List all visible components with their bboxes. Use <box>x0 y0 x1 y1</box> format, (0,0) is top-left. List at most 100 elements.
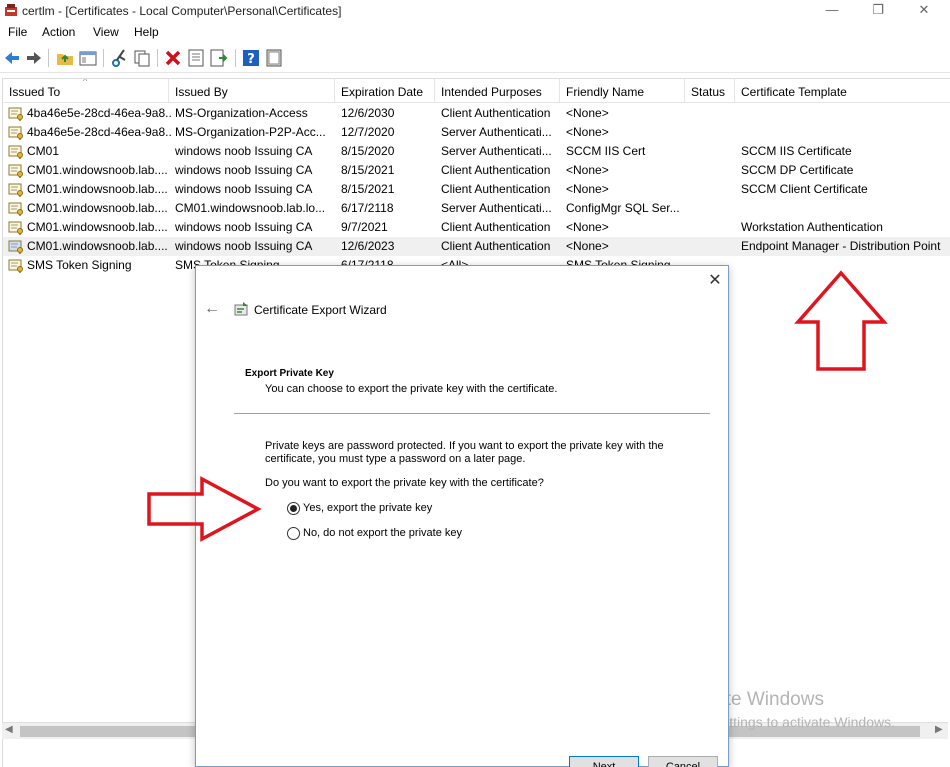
table-row[interactable]: CM01.windowsnoob.lab.... windows noob Iss… <box>3 218 950 237</box>
column-issued-to[interactable]: Issued To ^ <box>3 79 169 103</box>
cell-friendly-name: SCCM IIS Cert <box>566 144 646 158</box>
cell-certificate-template: SCCM Client Certificate <box>741 182 868 196</box>
certificate-key-icon <box>8 126 23 140</box>
cell-issued-by: windows noob Issuing CA <box>175 239 313 253</box>
toolbar-separator <box>48 49 49 67</box>
cell-certificate-template: SCCM DP Certificate <box>741 163 854 177</box>
column-certificate-template[interactable]: Certificate Template <box>735 79 950 103</box>
cell-intended-purposes: Client Authentication <box>441 106 551 120</box>
window-title: certlm - [Certificates - Local Computer\… <box>22 4 342 18</box>
column-label: Issued To <box>9 85 61 99</box>
radio-selected-icon[interactable] <box>287 502 300 515</box>
toolbar: ? <box>0 43 950 73</box>
dialog-close-button[interactable]: ✕ <box>704 271 726 291</box>
minimize-button[interactable]: — <box>809 0 855 22</box>
show-hide-tree-icon[interactable] <box>78 48 98 68</box>
cell-certificate-template: Endpoint Manager - Distribution Point <box>741 239 941 253</box>
column-status[interactable]: Status <box>685 79 735 103</box>
cell-friendly-name: <None> <box>566 106 609 120</box>
table-row[interactable]: CM01.windowsnoob.lab.... windows noob Iss… <box>3 237 950 256</box>
export-question: Do you want to export the private key wi… <box>265 477 544 489</box>
cell-issued-to: CM01.windowsnoob.lab.... <box>27 220 168 234</box>
certificate-key-icon <box>8 259 23 273</box>
radio-no-label[interactable]: No, do not export the private key <box>303 527 462 539</box>
menu-file[interactable]: File <box>8 25 27 39</box>
delete-icon[interactable] <box>163 48 183 68</box>
cell-expiration-date: 12/6/2030 <box>341 106 395 120</box>
up-folder-icon[interactable] <box>55 48 75 68</box>
certificate-key-icon <box>8 164 23 178</box>
table-row[interactable]: CM01.windowsnoob.lab.... windows noob Iss… <box>3 161 950 180</box>
restore-button[interactable]: ❐ <box>855 0 901 22</box>
private-key-description: Private keys are password protected. If … <box>265 440 664 465</box>
toolbar-separator <box>157 49 158 67</box>
column-expiration-date[interactable]: Expiration Date <box>335 79 435 103</box>
cell-issued-by: windows noob Issuing CA <box>175 163 313 177</box>
annotation-up-arrow-icon <box>794 270 888 371</box>
table-row[interactable]: 4ba46e5e-28cd-46ea-9a8... MS-Organization… <box>3 104 950 123</box>
radio-unselected-icon[interactable] <box>287 527 300 540</box>
cell-expiration-date: 8/15/2021 <box>341 163 395 177</box>
wizard-title: Certificate Export Wizard <box>254 303 387 317</box>
scroll-right-icon[interactable]: ▶ <box>935 724 943 735</box>
help-icon[interactable]: ? <box>241 48 261 68</box>
cell-intended-purposes: Server Authenticati... <box>441 144 552 158</box>
list-header: Issued To ^ Issued By Expiration Date In… <box>3 79 950 103</box>
table-row[interactable]: CM01.windowsnoob.lab.... windows noob Iss… <box>3 180 950 199</box>
cancel-button[interactable]: Cancel <box>648 756 718 767</box>
copy-icon[interactable] <box>132 48 152 68</box>
certlm-app-icon <box>5 4 17 16</box>
cell-expiration-date: 9/7/2021 <box>341 220 388 234</box>
cell-expiration-date: 6/17/2118 <box>341 201 394 215</box>
back-arrow-button[interactable]: ← <box>202 300 222 318</box>
properties-icon[interactable] <box>186 48 206 68</box>
cut-icon[interactable] <box>110 48 130 68</box>
svg-text:?: ? <box>247 52 255 67</box>
cell-issued-by: windows noob Issuing CA <box>175 144 313 158</box>
menu-view[interactable]: View <box>93 25 119 39</box>
cell-certificate-template: SCCM IIS Certificate <box>741 144 852 158</box>
menu-action[interactable]: Action <box>42 25 75 39</box>
divider <box>234 413 710 414</box>
cell-issued-to: CM01.windowsnoob.lab.... <box>27 182 168 196</box>
cell-expiration-date: 8/15/2021 <box>341 182 395 196</box>
table-row[interactable]: CM01.windowsnoob.lab.... CM01.windowsnoob… <box>3 199 950 218</box>
cell-friendly-name: <None> <box>566 125 609 139</box>
cell-friendly-name: ConfigMgr SQL Ser... <box>566 201 680 215</box>
back-icon[interactable] <box>2 48 22 68</box>
cell-intended-purposes: Server Authenticati... <box>441 125 552 139</box>
table-row[interactable]: CM01 windows noob Issuing CA 8/15/2020 Serv… <box>3 142 950 161</box>
cell-issued-to: CM01.windowsnoob.lab.... <box>27 239 168 253</box>
close-window-button[interactable]: ✕ <box>901 0 947 22</box>
certificate-wizard-icon <box>234 302 248 316</box>
cell-issued-by: windows noob Issuing CA <box>175 182 313 196</box>
cell-issued-to: 4ba46e5e-28cd-46ea-9a8... <box>27 106 171 120</box>
certificate-key-icon <box>8 240 23 254</box>
column-issued-by[interactable]: Issued By <box>169 79 335 103</box>
cell-certificate-template: Workstation Authentication <box>741 220 883 234</box>
cell-friendly-name: <None> <box>566 239 609 253</box>
cell-friendly-name: <None> <box>566 182 609 196</box>
cell-issued-to: SMS Token Signing <box>27 258 132 272</box>
cell-issued-by: windows noob Issuing CA <box>175 220 313 234</box>
scroll-left-icon[interactable]: ◀ <box>5 724 13 735</box>
table-row[interactable]: 4ba46e5e-28cd-46ea-9a8... MS-Organization… <box>3 123 950 142</box>
sort-ascending-icon: ^ <box>83 79 88 86</box>
column-intended-purposes[interactable]: Intended Purposes <box>435 79 560 103</box>
radio-yes-label[interactable]: Yes, export the private key <box>303 502 432 514</box>
cell-issued-to: 4ba46e5e-28cd-46ea-9a8... <box>27 125 171 139</box>
next-button[interactable]: Next <box>569 756 639 767</box>
cell-issued-to: CM01 <box>27 144 60 158</box>
export-list-icon[interactable] <box>209 48 229 68</box>
certificate-key-icon <box>8 183 23 197</box>
menu-help[interactable]: Help <box>134 25 159 39</box>
cell-intended-purposes: Client Authentication <box>441 182 551 196</box>
column-friendly-name[interactable]: Friendly Name <box>560 79 685 103</box>
page-heading: Export Private Key <box>245 368 334 379</box>
menu-bar: File Action View Help <box>0 22 950 43</box>
help-book-icon[interactable] <box>264 48 284 68</box>
cell-intended-purposes: Client Authentication <box>441 163 551 177</box>
title-bar: certlm - [Certificates - Local Computer\… <box>0 0 950 22</box>
annotation-right-arrow-icon <box>147 476 262 542</box>
forward-icon[interactable] <box>24 48 44 68</box>
